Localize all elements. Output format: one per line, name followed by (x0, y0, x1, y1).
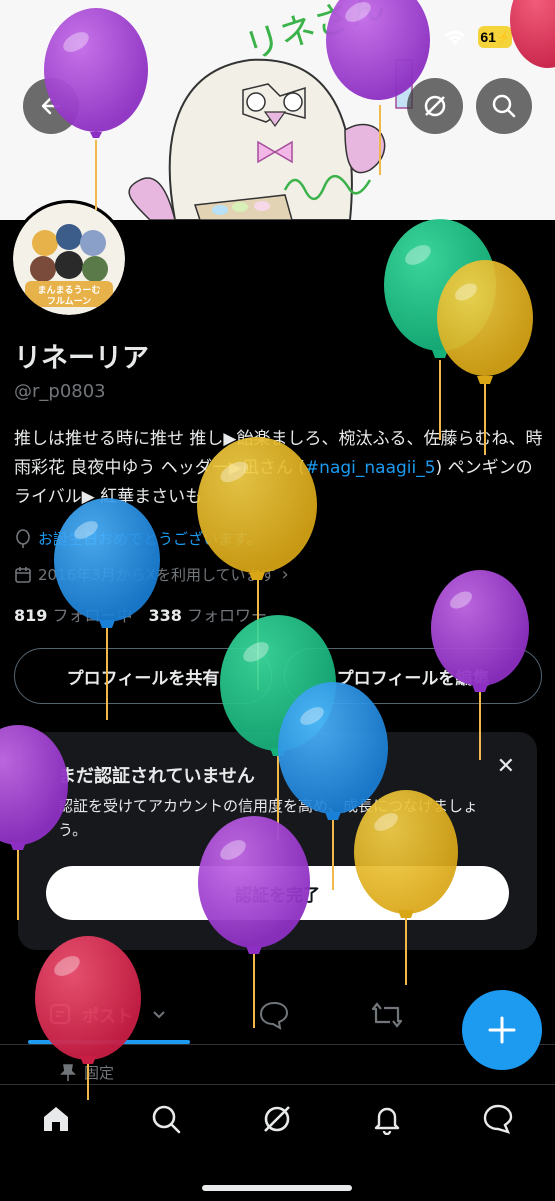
followers-link[interactable]: 338 フォロワー (149, 602, 268, 626)
tab-posts[interactable]: ポスト (48, 986, 167, 1042)
svg-text:まんまるうーむ: まんまるうーむ (37, 285, 100, 296)
battery-indicator: 61 ⚡ (478, 26, 512, 48)
balloon-green-right (384, 219, 496, 440)
pin-icon (60, 1063, 76, 1081)
joined-row[interactable]: 2016年3月からXを利用しています › (14, 564, 289, 585)
bell-icon[interactable] (367, 1099, 407, 1139)
plus-icon (488, 1016, 516, 1044)
avatar-image: まんまるうーむ フルムーン (13, 203, 125, 315)
pinned-label: 固定 (60, 1062, 114, 1083)
tab-posts-label: ポスト (82, 1006, 133, 1027)
verification-body: 認証を受けてアカウントの信用度を高め、成長につなげましょう。 (58, 797, 479, 839)
search-icon[interactable] (146, 1099, 186, 1139)
replies-tab-icon[interactable] (258, 1000, 290, 1030)
profile-bio: 推しは推せる時に推せ 推し▶飴楽ましろ、椀汰ふる、佐藤らむね、時雨彩花 良夜中ゆ… (14, 425, 544, 512)
home-indicator (202, 1185, 352, 1191)
compose-post-button[interactable] (462, 990, 542, 1070)
grok-icon (424, 95, 446, 117)
verification-title: まだ認証されていません (58, 766, 255, 787)
calendar-icon (15, 566, 31, 583)
birthday-text: お誕生日おめでとうございます。 (38, 530, 262, 548)
reposts-tab-icon[interactable] (370, 1000, 404, 1030)
grok-icon[interactable] (257, 1099, 297, 1139)
edit-profile-button[interactable]: プロフィールを編集 (284, 648, 542, 704)
home-icon[interactable] (36, 1099, 76, 1139)
birthday-row: お誕生日おめでとうございます。 (14, 528, 262, 549)
share-profile-button[interactable]: プロフィールを共有 (14, 648, 272, 704)
status-bar: 2:44 61 ⚡ (0, 20, 555, 54)
profile-handle: @r_p0803 (14, 381, 106, 402)
profile-name: リネーリア (14, 343, 149, 374)
search-icon (492, 94, 516, 118)
svg-text:フルムーン: フルムーン (47, 296, 91, 307)
signal-icon (404, 30, 426, 46)
wifi-icon (444, 30, 466, 45)
joined-text: 2016年3月からXを利用しています (38, 566, 276, 584)
bottom-navigation (0, 1084, 555, 1201)
complete-verification-button[interactable]: 認証を完了 (46, 866, 509, 920)
active-tab-indicator (28, 1040, 190, 1044)
chevron-down-icon (153, 1011, 165, 1019)
close-icon[interactable]: ✕ (497, 754, 515, 779)
balloon-icon (16, 528, 30, 548)
following-link[interactable]: 819 フォロー中 (14, 602, 133, 626)
search-button[interactable] (476, 78, 532, 134)
follow-stats: 819 フォロー中 338 フォロワー (14, 602, 267, 626)
verification-card: まだ認証されていません ✕ 認証を受けてアカウントの信用度を高め、成長につなげま… (18, 732, 537, 950)
post-icon (50, 1004, 70, 1024)
back-button[interactable] (23, 78, 79, 134)
grok-button[interactable] (407, 78, 463, 134)
moon-icon (115, 27, 130, 44)
messages-icon[interactable] (478, 1099, 518, 1139)
status-time: 2:44 (52, 22, 103, 49)
chevron-right-icon: › (281, 564, 289, 585)
bio-hashtag-link[interactable]: #nagi_naagii_5 (305, 458, 436, 478)
profile-avatar[interactable]: まんまるうーむ フルムーン (10, 200, 128, 318)
back-arrow-icon (41, 97, 61, 115)
